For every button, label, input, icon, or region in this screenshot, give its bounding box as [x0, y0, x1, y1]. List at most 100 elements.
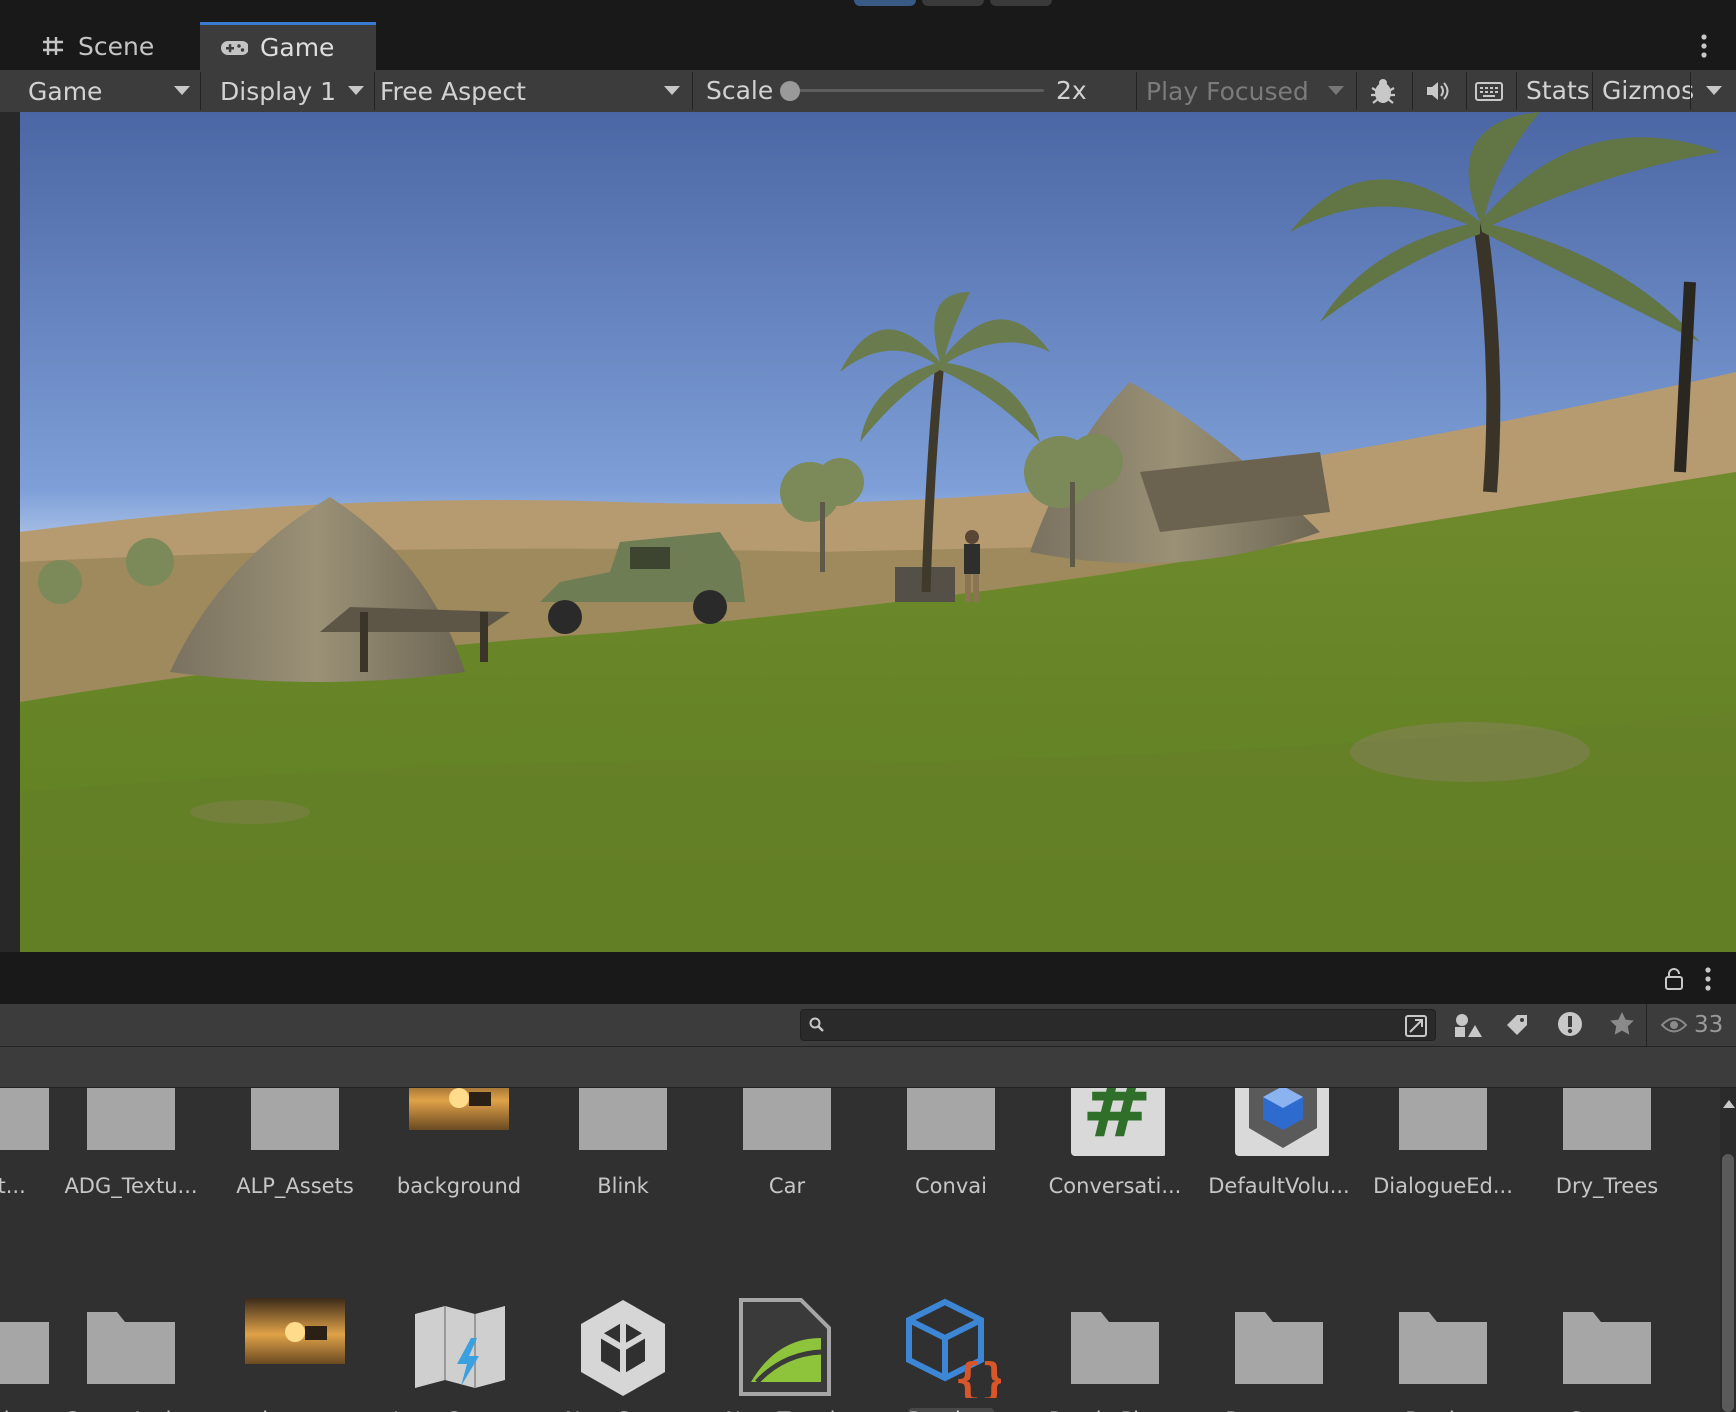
left-panel-edge — [0, 112, 20, 952]
folder-icon — [1557, 1088, 1657, 1164]
asset-label: Rowlan — [1368, 1408, 1518, 1412]
folder-icon — [573, 1088, 673, 1164]
tab-label: Game — [260, 33, 335, 62]
scale-value: 2x — [1056, 76, 1087, 105]
gizmos-dropdown-icon[interactable] — [1706, 86, 1722, 95]
image-icon — [401, 1088, 517, 1164]
svg-text:{}: {} — [955, 1354, 1001, 1398]
asset-label: New Scene — [548, 1408, 698, 1412]
asset-label: Car — [768, 1174, 806, 1198]
chevron-down-icon — [174, 86, 190, 95]
asset-folder[interactable]: Car — [712, 1088, 862, 1234]
asset-script[interactable]: # Conversati... — [1040, 1088, 1190, 1234]
asset-folder[interactable]: Dry_Trees — [1532, 1088, 1682, 1234]
bug-icon[interactable] — [1368, 76, 1398, 106]
aspect-label: Free Aspect — [380, 76, 526, 106]
folder-icon — [0, 1298, 55, 1398]
asset-unity-scene[interactable]: New Scene — [548, 1298, 698, 1412]
asset-image[interactable]: image — [220, 1298, 370, 1412]
asset-folder[interactable]: Scenes — [1532, 1298, 1682, 1412]
game-viewport[interactable] — [20, 112, 1736, 952]
asset-folder[interactable]: Ready Play... — [1040, 1298, 1190, 1412]
asset-readme[interactable]: {} Readme — [876, 1298, 1026, 1412]
display-mode-dropdown[interactable]: Game — [20, 70, 200, 112]
tab-bar: Scene Game — [0, 22, 1736, 70]
asset-label: Ready Play... — [1040, 1408, 1190, 1412]
asset-terrain[interactable]: New Terrain — [712, 1298, 871, 1412]
asset-folder[interactable]: Blink — [548, 1088, 698, 1234]
folder-icon — [81, 1298, 181, 1398]
folder-icon — [1065, 1298, 1165, 1398]
input-actions-icon — [409, 1298, 543, 1398]
scrollbar[interactable] — [1720, 1088, 1736, 1412]
folder-icon — [81, 1088, 181, 1164]
asset-label: Scenes — [1532, 1408, 1682, 1412]
step-button[interactable] — [990, 0, 1052, 6]
readme-icon: {} — [901, 1298, 1007, 1405]
image-icon — [237, 1298, 353, 1398]
game-scene-render — [20, 112, 1736, 952]
asset-grid: ut...ADG_Textu...ALP_AssetsbackgroundBli… — [0, 1088, 1736, 1412]
asset-image[interactable]: background — [384, 1088, 534, 1234]
asset-folder[interactable]: ADG_Textu... — [56, 1088, 206, 1234]
scale-slider-handle[interactable] — [780, 81, 800, 101]
asset-folder[interactable]: Grass And ... — [56, 1298, 206, 1412]
asset-label: ALP_Assets — [236, 1174, 354, 1198]
aspect-dropdown[interactable]: Free Aspect — [372, 70, 690, 112]
asset-label: Conversati... — [1048, 1174, 1182, 1198]
folder-icon — [0, 1088, 55, 1164]
volume-profile-icon — [1229, 1088, 1331, 1164]
gamepad-icon — [221, 40, 248, 55]
asset-label: InputSyste... — [384, 1408, 534, 1412]
filter-by-type-icon[interactable] — [1452, 1011, 1482, 1039]
tab-scene[interactable]: Scene — [24, 22, 194, 70]
tab-game[interactable]: Game — [200, 22, 376, 70]
top-strip — [0, 0, 1736, 22]
lock-icon[interactable] — [1664, 968, 1684, 990]
display-dropdown[interactable]: Display 1 — [212, 70, 374, 112]
asset-folder[interactable]: ALP_Assets — [220, 1088, 370, 1234]
asset-folder[interactable]: DialogueEd... — [1368, 1088, 1518, 1234]
scale-slider-track[interactable] — [780, 89, 1044, 92]
stats-button[interactable]: Stats — [1526, 70, 1590, 112]
asset-folder[interactable]: Convai — [876, 1088, 1026, 1234]
display-label: Display 1 — [220, 76, 337, 106]
warning-icon[interactable] — [1556, 1010, 1584, 1038]
breadcrumb — [0, 1047, 1736, 1088]
filter-by-label-icon[interactable] — [1504, 1012, 1530, 1038]
folder-icon — [245, 1088, 345, 1164]
asset-volume-profile[interactable]: DefaultVolu... — [1204, 1088, 1354, 1234]
star-icon[interactable] — [1608, 1010, 1636, 1038]
display-mode-label: Game — [28, 76, 103, 106]
chevron-down-icon — [348, 86, 364, 95]
hidden-packages-toggle[interactable]: 33 — [1660, 1004, 1723, 1046]
search-in-window-icon[interactable] — [1403, 1013, 1429, 1039]
more-options-icon[interactable] — [1704, 966, 1712, 992]
scrollbar-thumb[interactable] — [1722, 1154, 1734, 1412]
hash-grid-icon — [43, 37, 63, 55]
asset-label: New Terrain — [712, 1408, 862, 1412]
svg-text:#: # — [1082, 1088, 1152, 1156]
scroll-up-icon[interactable] — [1723, 1100, 1735, 1108]
asset-folder[interactable]: Resources — [1204, 1298, 1354, 1412]
search-input[interactable] — [800, 1009, 1436, 1041]
speaker-icon[interactable] — [1422, 76, 1452, 106]
tab-label: Scene — [78, 31, 155, 61]
chevron-down-icon — [664, 86, 680, 95]
folder-icon — [1393, 1088, 1493, 1164]
script-icon: # — [1065, 1088, 1167, 1164]
visibility-count: 33 — [1694, 1012, 1724, 1038]
keyboard-icon[interactable] — [1474, 76, 1504, 106]
play-mode-dropdown[interactable]: Play Focused — [1138, 70, 1354, 112]
asset-input-actions[interactable]: InputSyste... — [384, 1298, 543, 1412]
play-button[interactable] — [854, 0, 916, 6]
terrain-icon — [737, 1298, 871, 1398]
folder-icon — [737, 1088, 837, 1164]
asset-folder[interactable]: Rowlan — [1368, 1298, 1518, 1412]
gizmos-button[interactable]: Gizmos — [1602, 70, 1694, 112]
more-options-icon[interactable] — [1700, 32, 1708, 60]
search-icon — [809, 1017, 824, 1032]
pause-button[interactable] — [922, 0, 984, 6]
asset-label: Grass And ... — [56, 1408, 206, 1412]
play-mode-label: Play Focused — [1146, 76, 1309, 106]
